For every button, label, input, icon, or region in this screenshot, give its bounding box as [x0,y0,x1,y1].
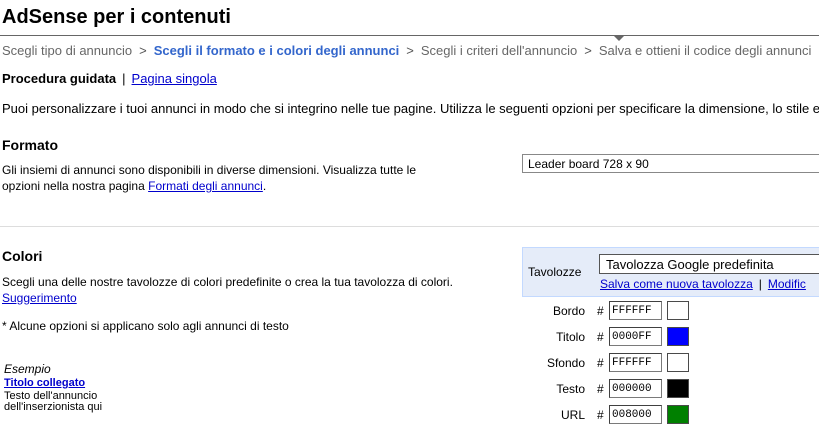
single-page-link[interactable]: Pagina singola [132,71,217,86]
text-color-label: Testo [556,382,585,396]
background-color-label: Sfondo [546,356,585,370]
colors-desc-text: Scegli una delle nostre tavolozze di col… [2,275,453,289]
palette-links: Salva come nuova tavolozza | Modific [600,277,806,291]
header-divider [0,35,819,36]
hash-sign: # [597,382,604,396]
border-color-input[interactable]: FFFFFF [609,301,662,320]
border-color-swatch[interactable] [667,301,689,320]
title-color-swatch[interactable] [667,327,689,346]
breadcrumb-separator: > [139,43,147,58]
text-ads-note: * Alcune opzioni si applicano solo agli … [2,319,289,333]
breadcrumb-step-4: Salva e ottieni il codice degli annunci [598,43,812,58]
title-color-input[interactable]: 0000FF [609,327,662,346]
breadcrumb: Scegli tipo di annuncio > Scegli il format… [2,43,811,58]
format-select[interactable]: Leader board 728 x 90 [522,154,819,173]
colors-heading: Colori [2,248,43,264]
ad-formats-link[interactable]: Formati degli annunci [148,179,263,193]
breadcrumb-step-3: Scegli i criteri dell'annuncio [420,43,578,58]
mode-current: Procedura guidata [2,71,117,86]
title-color-label: Titolo [556,330,585,344]
breadcrumb-step-1: Scegli tipo di annuncio [2,43,133,58]
mode-separator: | [122,71,126,86]
format-desc-period: . [262,179,267,193]
intro-text: Puoi personalizzare i tuoi annunci in mo… [2,101,819,116]
url-color-input[interactable]: 008000 [609,405,662,424]
palette-label: Tavolozze [528,265,582,279]
palette-links-separator: | [758,277,762,291]
text-color-input[interactable]: 000000 [609,379,662,398]
breadcrumb-separator: > [406,43,414,58]
background-color-swatch[interactable] [667,353,689,372]
hash-sign: # [597,356,604,370]
border-color-label: Bordo [552,304,585,318]
hash-sign: # [597,330,604,344]
palette-select[interactable]: Tavolozza Google predefinita [599,254,819,274]
hash-sign: # [597,304,604,318]
url-color-label: URL [560,408,585,422]
format-heading: Formato [2,137,58,153]
breadcrumb-step-2-active: Scegli il formato e i colori degli annun… [153,43,400,58]
format-desc-line2: opzioni nella nostra pagina [2,179,149,193]
url-color-swatch[interactable] [667,405,689,424]
background-color-input[interactable]: FFFFFF [609,353,662,372]
hash-sign: # [597,408,604,422]
text-color-swatch[interactable] [667,379,689,398]
tip-link[interactable]: Suggerimento [2,291,77,305]
edit-palette-link[interactable]: Modific [768,277,806,291]
section-divider [0,226,819,227]
format-description: Gli insiemi di annunci sono disponibili … [2,162,472,194]
mode-switch: Procedura guidata | Pagina singola [2,71,217,86]
breadcrumb-separator: > [584,43,592,58]
example-ad-text-line2: dell'inserzionista qui [4,401,103,413]
format-desc-line1: Gli insiemi di annunci sono disponibili … [2,163,416,177]
save-palette-link[interactable]: Salva come nuova tavolozza [600,277,753,291]
colors-description: Scegli una delle nostre tavolozze di col… [2,274,512,306]
active-step-caret-icon [614,36,624,41]
example-ad-title-link[interactable]: Titolo collegato [4,377,85,389]
page-title: AdSense per i contenuti [2,6,231,28]
example-caption: Esempio [4,362,51,376]
